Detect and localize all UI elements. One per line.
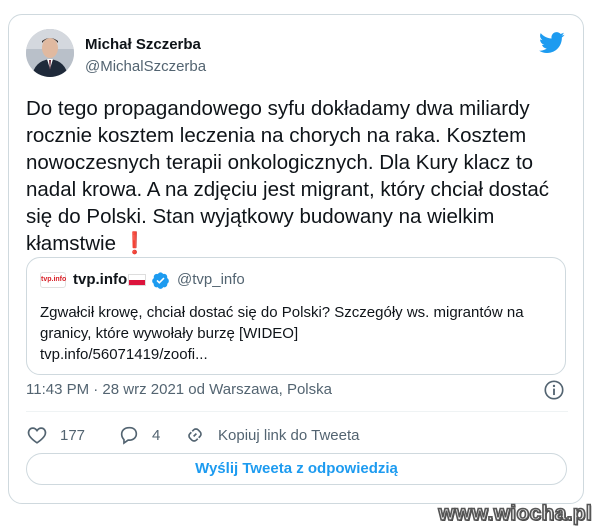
- avatar[interactable]: [26, 29, 74, 77]
- quoted-author-handle: @tvp_info: [177, 271, 245, 288]
- link-icon: [188, 428, 202, 442]
- author-handle[interactable]: @MichalSzczerba: [85, 58, 206, 75]
- quoted-text: Zgwałcił krowę, chciał dostać się do Pol…: [40, 302, 550, 365]
- watermark: www.wiocha.pl: [438, 501, 593, 526]
- copy-link-label: Kopiuj link do Tweeta: [218, 426, 360, 444]
- like-count: 177: [60, 426, 86, 444]
- tweet-card: Michał Szczerba @MichalSzczerba Do tego …: [8, 14, 584, 504]
- quoted-tweet[interactable]: tvp.info tvp.info @tvp_info Zgwałcił kro…: [26, 257, 566, 375]
- like-button[interactable]: 177: [26, 423, 85, 447]
- twitter-bird-icon[interactable]: [539, 32, 565, 54]
- exclamation-emoji: ❗: [121, 232, 148, 255]
- reply-count: 4: [152, 426, 161, 444]
- author-name[interactable]: Michał Szczerba: [85, 36, 201, 53]
- info-icon[interactable]: [543, 379, 565, 401]
- reply-bubble-icon: [120, 426, 138, 445]
- copy-link-button[interactable]: Kopiuj link do Tweeta: [184, 423, 359, 447]
- tweet-timestamp[interactable]: 11:43 PM · 28 wrz 2021 od Warszawa, Pols…: [26, 381, 332, 398]
- poland-flag-icon: [128, 274, 146, 286]
- divider: [26, 411, 568, 412]
- tweet-body: Do tego propagandowego syfu dokładamy dw…: [26, 97, 550, 255]
- quoted-avatar-logo: tvp.info: [40, 272, 66, 288]
- heart-icon: [27, 427, 47, 444]
- verified-badge-icon: [152, 272, 169, 289]
- reply-count-button[interactable]: 4: [118, 423, 160, 447]
- reply-tweet-button[interactable]: Wyślij Tweeta z odpowiedzią: [26, 453, 567, 485]
- tweet-text: Do tego propagandowego syfu dokładamy dw…: [26, 95, 566, 257]
- quoted-body: Zgwałcił krowę, chciał dostać się do Pol…: [40, 304, 524, 342]
- avatar-photo: [26, 29, 74, 77]
- quoted-author-name: tvp.info: [73, 271, 128, 288]
- quoted-link[interactable]: tvp.info/56071419/zoofi...: [40, 344, 550, 365]
